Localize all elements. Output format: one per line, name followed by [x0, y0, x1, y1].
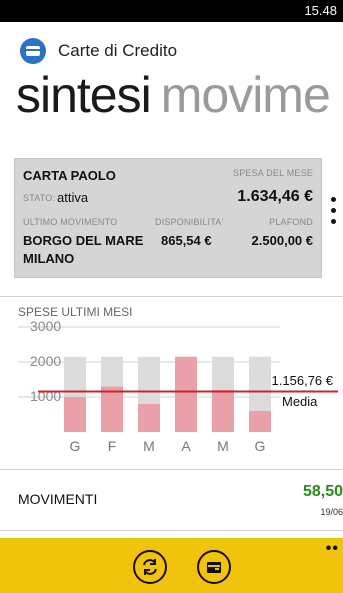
refresh-button[interactable]: [133, 550, 167, 584]
credit-card-icon: [20, 38, 46, 64]
divider: [0, 469, 343, 470]
chart-ytick-label: 1000: [30, 388, 61, 404]
plafond-value: 2.500,00 €: [251, 233, 313, 248]
ultimo-movimento-city: MILANO: [23, 251, 75, 266]
chart-xtick-label: A: [181, 438, 191, 454]
spese-title: SPESE ULTIMI MESI: [18, 305, 133, 319]
card-summary[interactable]: CARTA PAOLO STATO: attiva SPESA DEL MESE…: [14, 158, 322, 278]
wallet-button[interactable]: [197, 550, 231, 584]
app-header: Carte di Credito: [20, 38, 177, 64]
chart-bar: [175, 356, 197, 432]
more-options-icon[interactable]: [331, 197, 337, 230]
chart-bar: [138, 404, 160, 432]
chart-ytick-label: 3000: [30, 320, 61, 334]
chart-xtick-label: G: [255, 438, 266, 454]
chart-ytick-label: 2000: [30, 353, 61, 369]
pivot-header: sintesi movime: [16, 70, 343, 140]
chart-xtick-label: F: [108, 438, 117, 454]
status-bar: 15.48: [0, 0, 343, 22]
chart-xtick-label: G: [70, 438, 81, 454]
card-name: CARTA PAOLO: [23, 168, 116, 183]
plafond-label: PLAFOND: [269, 217, 313, 227]
status-time: 15.48: [304, 3, 337, 18]
ultimo-movimento-value: BORGO DEL MARE: [23, 233, 144, 248]
media-label: Media: [282, 394, 318, 409]
app-bar-more-icon[interactable]: ••: [326, 540, 339, 558]
chart-xtick-label: M: [143, 438, 155, 454]
chart-bar: [249, 411, 271, 432]
chart-xtick-label: M: [217, 438, 229, 454]
spese-chart: 1000 2000 3000 G F M A M G 1.156,76 € Media: [18, 320, 338, 454]
disponibilita-label: DISPONIBILITA': [155, 217, 224, 227]
media-value: 1.156,76 €: [272, 373, 334, 388]
movimenti-label[interactable]: MOVIMENTI: [18, 491, 97, 507]
app-title: Carte di Credito: [58, 41, 178, 60]
wallet-icon: [207, 562, 221, 573]
disponibilita-value: 865,54 €: [161, 233, 212, 248]
movimenti-date: 19/06: [320, 507, 343, 517]
spesa-mese-value: 1.634,46 €: [237, 188, 313, 205]
ultimo-movimento-label: ULTIMO MOVIMENTO: [23, 217, 118, 227]
movimenti-value: 58,50: [302, 483, 343, 500]
stato-label: STATO:: [23, 193, 56, 203]
pivot-item-movimenti[interactable]: movime: [161, 70, 331, 123]
pivot-item-sintesi[interactable]: sintesi: [16, 70, 152, 123]
refresh-icon: [143, 559, 157, 575]
spesa-mese-label: SPESA DEL MESE: [233, 168, 313, 178]
divider: [0, 530, 343, 531]
chart-bar: [101, 386, 123, 432]
app-bar: ••: [0, 538, 343, 593]
chart-bar: [212, 390, 234, 432]
stato-value: attiva: [57, 190, 89, 205]
chart-bar: [64, 397, 86, 432]
divider: [0, 296, 343, 297]
